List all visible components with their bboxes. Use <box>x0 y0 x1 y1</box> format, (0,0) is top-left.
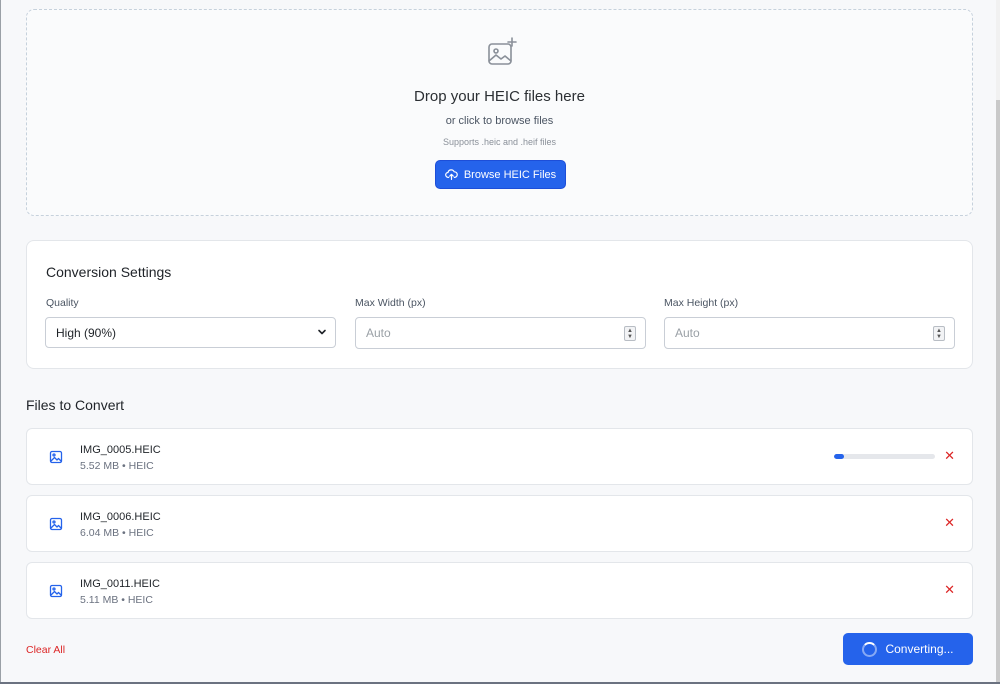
file-item: IMG_0006.HEIC 6.04 MB • HEIC ✕ <box>26 495 973 552</box>
file-item: IMG_0005.HEIC 5.52 MB • HEIC ✕ <box>26 428 973 485</box>
max-width-label: Max Width (px) <box>355 297 426 309</box>
quality-label: Quality <box>46 297 79 309</box>
loading-spinner-icon <box>862 641 878 657</box>
max-width-placeholder: Auto <box>366 326 391 340</box>
conversion-progress-bar <box>834 454 935 459</box>
file-name: IMG_0005.HEIC <box>80 444 161 456</box>
chevron-down-icon <box>318 329 326 335</box>
max-height-input[interactable]: Auto ▲ ▼ <box>664 317 955 349</box>
scrollbar[interactable] <box>996 0 1000 684</box>
dropzone-title: Drop your HEIC files here <box>414 88 585 105</box>
stepper-down-icon[interactable]: ▼ <box>936 334 942 340</box>
image-plus-icon <box>488 37 517 65</box>
window-edge <box>0 0 1 684</box>
clear-all-button[interactable]: Clear All <box>26 644 65 656</box>
max-height-placeholder: Auto <box>675 326 700 340</box>
quality-select[interactable]: High (90%) <box>45 317 336 348</box>
remove-file-button[interactable]: ✕ <box>944 516 955 530</box>
dropzone-subtitle: or click to browse files <box>445 115 554 127</box>
file-item: IMG_0011.HEIC 5.11 MB • HEIC ✕ <box>26 562 973 619</box>
max-width-stepper[interactable]: ▲ ▼ <box>624 326 636 341</box>
progress-fill <box>834 454 845 459</box>
cloud-upload-icon <box>444 169 458 180</box>
browse-files-label: Browse HEIC Files <box>463 168 557 181</box>
browse-files-button[interactable]: Browse HEIC Files <box>435 160 566 189</box>
file-meta: 5.52 MB • HEIC <box>80 460 154 472</box>
file-meta: 5.11 MB • HEIC <box>80 594 153 606</box>
remove-file-button[interactable]: ✕ <box>944 583 955 597</box>
convert-button-label: Converting... <box>885 642 954 656</box>
image-file-icon <box>49 584 63 598</box>
max-height-stepper[interactable]: ▲ ▼ <box>933 326 945 341</box>
stepper-down-icon[interactable]: ▼ <box>627 334 633 340</box>
scrollbar-thumb[interactable] <box>996 100 1000 684</box>
max-height-label: Max Height (px) <box>664 297 739 309</box>
files-section-title: Files to Convert <box>26 397 125 413</box>
file-meta: 6.04 MB • HEIC <box>80 527 154 539</box>
image-file-icon <box>49 517 63 531</box>
dropzone-hint: Supports .heic and .heif files <box>442 137 557 147</box>
remove-file-button[interactable]: ✕ <box>944 449 955 463</box>
file-dropzone[interactable]: Drop your HEIC files here or click to br… <box>26 9 973 216</box>
image-file-icon <box>49 450 63 464</box>
settings-title: Conversion Settings <box>46 264 172 280</box>
quality-value: High (90%) <box>56 325 117 340</box>
conversion-settings-panel: Conversion Settings Quality High (90%) M… <box>26 240 973 369</box>
convert-button[interactable]: Converting... <box>843 633 973 665</box>
file-name: IMG_0011.HEIC <box>80 578 160 590</box>
file-name: IMG_0006.HEIC <box>80 511 161 523</box>
max-width-input[interactable]: Auto ▲ ▼ <box>355 317 646 349</box>
